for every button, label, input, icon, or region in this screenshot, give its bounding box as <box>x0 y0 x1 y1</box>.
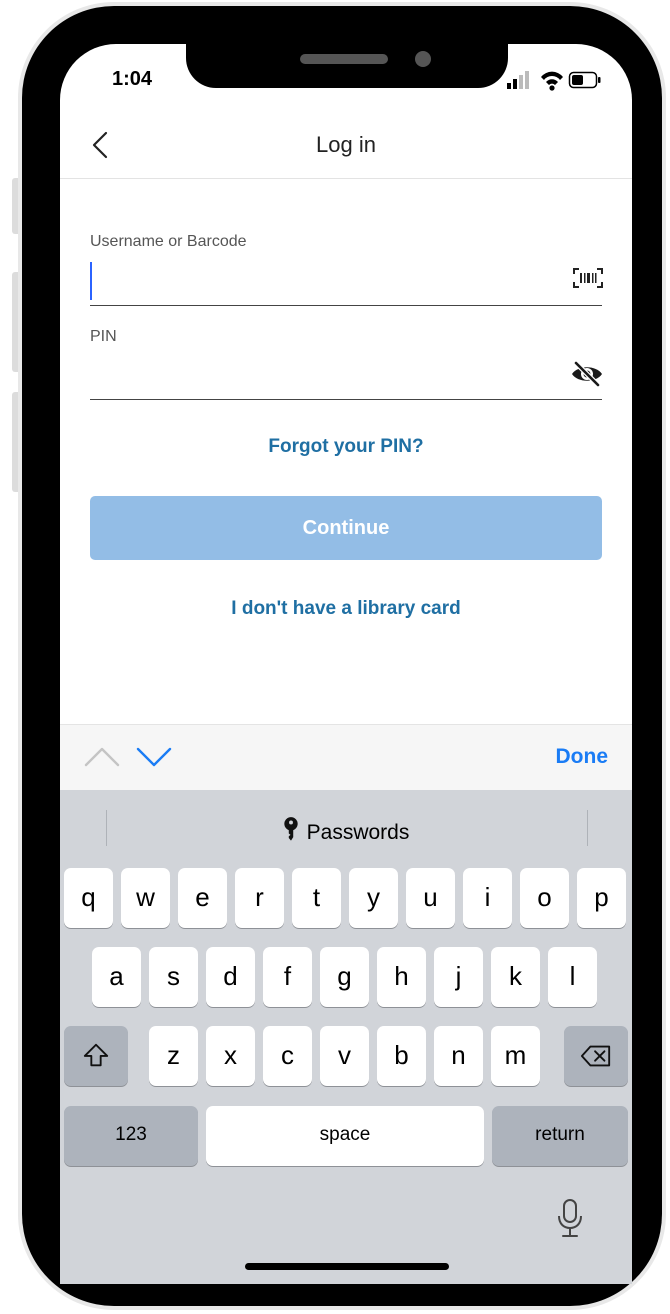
keyboard: Passwords qwertyuiop asdfghjkl zxcvbnm 1… <box>60 790 632 1284</box>
key-i[interactable]: i <box>463 868 512 928</box>
key-p[interactable]: p <box>577 868 626 928</box>
key-g[interactable]: g <box>320 947 369 1007</box>
key-k[interactable]: k <box>491 947 540 1007</box>
passwords-button[interactable]: Passwords <box>60 816 632 845</box>
status-icons <box>507 71 601 91</box>
key-q[interactable]: q <box>64 868 113 928</box>
username-input[interactable] <box>96 264 560 302</box>
key-d[interactable]: d <box>206 947 255 1007</box>
key-s[interactable]: s <box>149 947 198 1007</box>
eye-slash-icon[interactable] <box>570 360 604 388</box>
volume-up-button <box>12 272 22 372</box>
forgot-pin-link[interactable]: Forgot your PIN? <box>90 436 602 458</box>
key-a[interactable]: a <box>92 947 141 1007</box>
key-n[interactable]: n <box>434 1026 483 1086</box>
nav-bar: Log in <box>60 110 632 179</box>
key-m[interactable]: m <box>491 1026 540 1086</box>
status-time: 1:04 <box>112 68 153 90</box>
barcode-scan-icon[interactable] <box>572 266 604 290</box>
key-u[interactable]: u <box>406 868 455 928</box>
key-v[interactable]: v <box>320 1026 369 1086</box>
done-button[interactable]: Done <box>556 745 609 769</box>
numbers-key[interactable]: 123 <box>64 1106 198 1166</box>
shift-icon <box>83 1043 109 1067</box>
chevron-up-icon[interactable] <box>82 739 122 775</box>
key-j[interactable]: j <box>434 947 483 1007</box>
passwords-bar: Passwords <box>60 790 632 866</box>
key-z[interactable]: z <box>149 1026 198 1086</box>
pin-input[interactable] <box>90 356 554 394</box>
microphone-icon[interactable] <box>556 1198 584 1240</box>
keyboard-accessory-bar: Done <box>60 724 632 791</box>
pin-label: PIN <box>90 328 117 345</box>
key-l[interactable]: l <box>548 947 597 1007</box>
key-w[interactable]: w <box>121 868 170 928</box>
no-library-card-link[interactable]: I don't have a library card <box>90 598 602 620</box>
wifi-icon <box>541 71 563 91</box>
battery-icon <box>568 71 601 89</box>
username-label: Username or Barcode <box>90 233 247 250</box>
shift-key[interactable] <box>64 1026 128 1086</box>
key-t[interactable]: t <box>292 868 341 928</box>
space-key[interactable]: space <box>206 1106 484 1166</box>
front-camera <box>415 51 431 67</box>
home-indicator <box>245 1263 449 1270</box>
key-c[interactable]: c <box>263 1026 312 1086</box>
signal-icon <box>507 71 529 89</box>
key-h[interactable]: h <box>377 947 426 1007</box>
key-o[interactable]: o <box>520 868 569 928</box>
key-e[interactable]: e <box>178 868 227 928</box>
volume-down-button <box>12 392 22 492</box>
key-y[interactable]: y <box>349 868 398 928</box>
key-icon <box>283 817 298 841</box>
delete-key[interactable] <box>564 1026 628 1086</box>
username-underline <box>90 305 602 306</box>
return-key[interactable]: return <box>492 1106 628 1166</box>
backspace-icon <box>580 1045 611 1067</box>
text-caret <box>90 262 92 300</box>
key-b[interactable]: b <box>377 1026 426 1086</box>
pin-underline <box>90 399 602 400</box>
chevron-down-icon[interactable] <box>134 739 174 775</box>
speaker-grille <box>300 54 388 64</box>
ringer-switch <box>12 178 22 234</box>
continue-button[interactable]: Continue <box>90 496 602 560</box>
key-f[interactable]: f <box>263 947 312 1007</box>
key-r[interactable]: r <box>235 868 284 928</box>
passwords-label: Passwords <box>306 821 410 844</box>
page-title: Log in <box>316 132 376 157</box>
key-x[interactable]: x <box>206 1026 255 1086</box>
